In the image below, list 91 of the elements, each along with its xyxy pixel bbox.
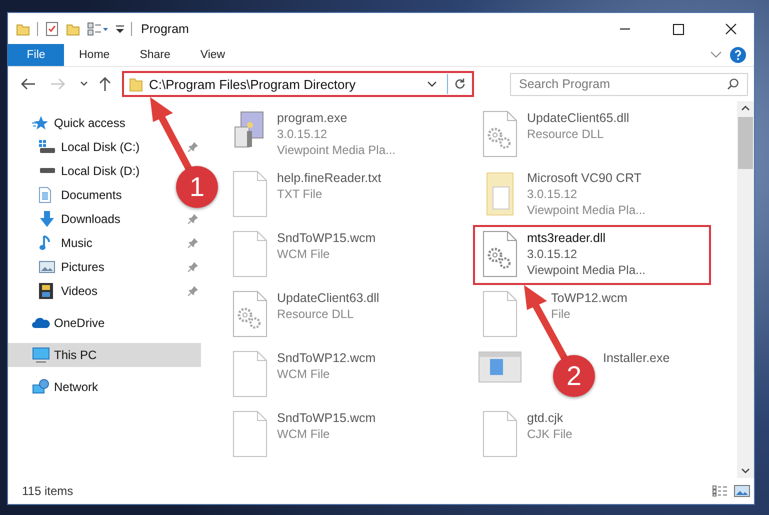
drive-icon	[39, 140, 55, 154]
file-icon	[233, 231, 267, 277]
folder-document-icon	[485, 171, 515, 217]
file-name[interactable]: SndToWP15.wcm	[277, 410, 376, 426]
network-icon	[32, 379, 50, 395]
view-options-icon[interactable]	[87, 22, 109, 36]
nav-item[interactable]: This PC	[8, 343, 201, 367]
recent-locations-caret-icon[interactable]	[80, 81, 88, 87]
ribbon-tab[interactable]: File	[8, 44, 64, 66]
properties-icon[interactable]	[45, 20, 59, 36]
nav-item[interactable]: Pictures	[61, 260, 104, 274]
address-dropdown-icon[interactable]	[427, 81, 437, 87]
file-detail: Viewpoint Media Pla...	[277, 142, 396, 158]
film-icon	[39, 283, 53, 299]
file-detail: Resource DLL	[527, 126, 605, 142]
drive-icon	[39, 168, 55, 174]
scrollbar-thumb[interactable]	[738, 117, 753, 169]
file-name[interactable]: UpdateClient63.dll	[277, 290, 380, 306]
star-icon	[32, 115, 48, 131]
nav-item[interactable]: OneDrive	[54, 316, 105, 330]
refresh-icon[interactable]	[454, 78, 466, 90]
cloud-icon	[32, 317, 50, 329]
file-name[interactable]: gtd.cjk	[527, 410, 572, 426]
customize-caret-icon[interactable]	[116, 24, 124, 34]
nav-item[interactable]: Local Disk (D:)	[61, 164, 140, 178]
nav-item[interactable]: Documents	[61, 188, 122, 202]
address-path: C:\Program Files\Program Directory	[149, 76, 356, 92]
gear-file-icon	[483, 231, 517, 277]
pin-icon[interactable]	[188, 142, 198, 152]
nav-item[interactable]: Network	[54, 380, 98, 394]
file-name[interactable]: Microsoft VC90 CRT	[527, 170, 646, 186]
file-detail: WCM File	[277, 426, 331, 442]
file-detail: File	[551, 306, 572, 322]
nav-item[interactable]: Local Disk (C:)	[61, 140, 140, 154]
pin-icon[interactable]	[188, 286, 198, 296]
file-detail: Viewpoint Media Pla...	[527, 202, 646, 218]
pin-icon[interactable]	[188, 214, 198, 224]
nav-item[interactable]: Quick access	[54, 116, 126, 130]
file-name[interactable]: program.exe	[277, 110, 396, 126]
file-icon	[483, 411, 517, 457]
file-icon	[483, 291, 517, 337]
nav-item[interactable]: Downloads	[61, 212, 120, 226]
picture-icon	[39, 261, 55, 273]
file-detail: CJK File	[527, 426, 572, 442]
ribbon-tab[interactable]: Share	[124, 44, 186, 66]
ribbon-tab[interactable]: View	[185, 44, 240, 66]
nav-item[interactable]: Videos	[61, 284, 98, 298]
pin-icon[interactable]	[188, 238, 198, 248]
large-icons-view-icon[interactable]	[734, 485, 750, 497]
computer-icon	[32, 347, 50, 363]
file-name[interactable]: help.fineReader.txt	[277, 170, 382, 186]
new-folder-icon[interactable]	[66, 22, 80, 36]
gear-file-icon	[483, 111, 517, 157]
file-detail: 3.0.15.12	[527, 246, 578, 262]
address-bar[interactable]: C:\Program Files\Program Directory	[122, 71, 474, 97]
file-tile[interactable]: mts3reader.dll 3.0.15.12 Viewpoint Media Pla...	[473, 225, 711, 285]
ribbon-tab[interactable]: Home	[64, 44, 125, 66]
folder-icon[interactable]	[16, 22, 30, 36]
download-arrow-icon	[39, 211, 55, 227]
file-name[interactable]: ToWP12.wcm	[551, 290, 628, 306]
item-count: 115 items	[22, 484, 74, 498]
details-view-icon[interactable]	[712, 485, 728, 497]
file-icon	[233, 411, 267, 457]
file-detail: 3.0.15.12	[527, 186, 578, 202]
file-icon	[233, 351, 267, 397]
file-name[interactable]: mts3reader.dll	[527, 230, 646, 246]
file-detail: Viewpoint Media Pla...	[527, 262, 646, 278]
file-detail: WCM File	[277, 366, 331, 382]
file-detail: 3.0.15.12	[277, 126, 328, 142]
nav-item[interactable]: Music	[61, 236, 92, 250]
expand-ribbon-icon[interactable]	[710, 51, 722, 59]
search-icon	[727, 78, 739, 90]
file-detail: WCM File	[277, 246, 331, 262]
file-name[interactable]: UpdateClient65.dll	[527, 110, 630, 126]
file-name[interactable]: SndToWP15.wcm	[277, 230, 376, 246]
back-arrow-icon[interactable]	[20, 77, 36, 91]
file-icon	[233, 171, 267, 217]
music-note-icon	[39, 235, 51, 251]
file-detail: TXT File	[277, 186, 324, 202]
search-field[interactable]: Search Program	[510, 72, 748, 96]
file-name[interactable]: SndToWP12.wcm	[277, 350, 376, 366]
installer-window-icon	[478, 351, 522, 383]
gear-file-icon	[233, 291, 267, 337]
document-icon	[39, 187, 51, 203]
folder-icon	[129, 76, 143, 92]
help-icon[interactable]	[730, 47, 746, 63]
file-detail: Resource DLL	[277, 306, 355, 322]
up-arrow-icon[interactable]	[98, 76, 112, 92]
window-title: Program	[141, 22, 189, 36]
file-name[interactable]: Installer.exe	[603, 350, 670, 366]
pin-icon[interactable]	[188, 262, 198, 272]
